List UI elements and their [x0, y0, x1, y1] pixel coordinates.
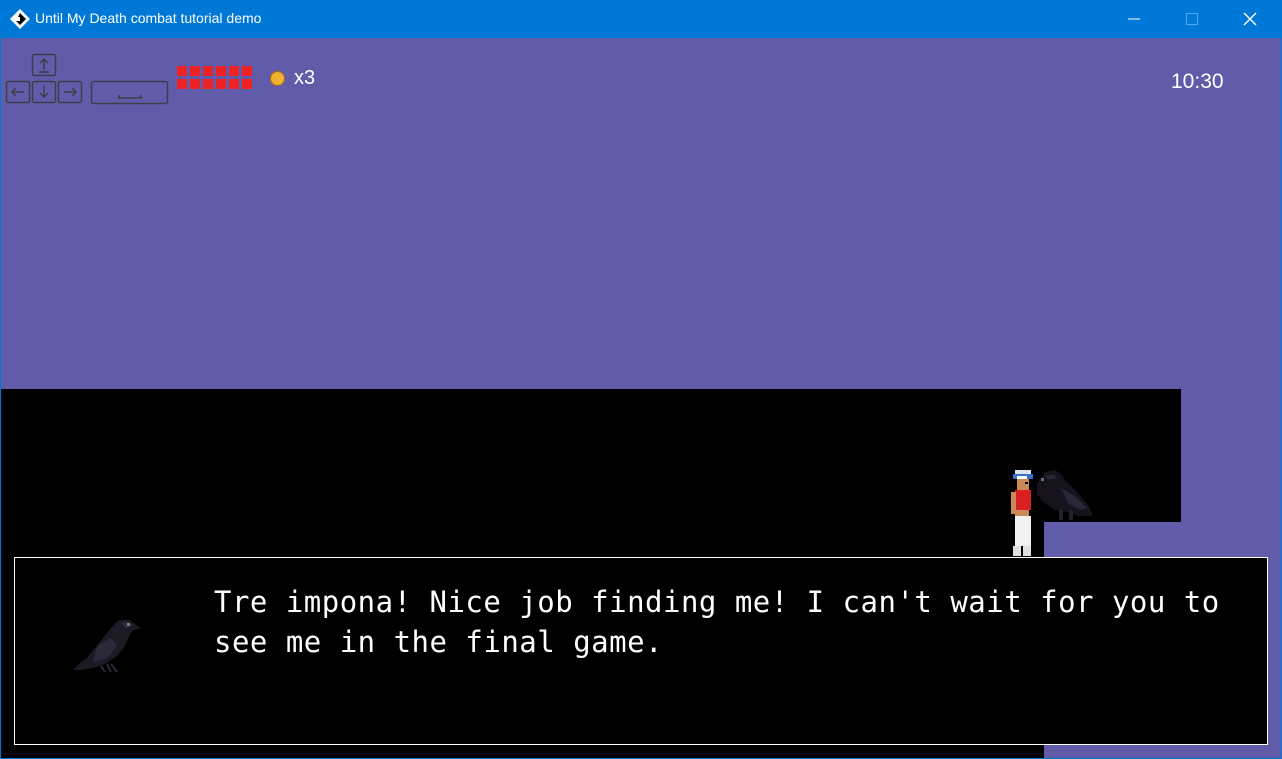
health-block: [190, 79, 200, 89]
health-block: [242, 66, 252, 76]
game-viewport[interactable]: x3 10:30 Tre impona! Nice job finding me…: [1, 38, 1281, 758]
down-arrow-key-icon: [31, 80, 57, 104]
app-icon: [9, 8, 31, 30]
dialog-box[interactable]: Tre impona! Nice job finding me! I can't…: [14, 557, 1268, 745]
coin-count: x3: [294, 67, 316, 89]
health-block: [216, 79, 226, 89]
crow-portrait: [73, 620, 141, 673]
ground-edge: [1, 746, 38, 758]
crow-npc: [1037, 470, 1093, 520]
health-block: [177, 66, 187, 76]
right-arrow-key-icon: [57, 80, 83, 104]
maximize-icon: [1186, 13, 1198, 25]
health-block: [190, 66, 200, 76]
spacebar-key-icon: [90, 80, 169, 105]
close-button[interactable]: [1221, 0, 1279, 38]
health-block: [177, 79, 187, 89]
window-title: Until My Death combat tutorial demo: [35, 10, 262, 26]
maximize-button[interactable]: [1163, 0, 1221, 38]
health-block: [229, 79, 239, 89]
health-block: [203, 79, 213, 89]
ground-upper-ledge: [1, 389, 1181, 522]
health-block: [229, 66, 239, 76]
up-arrow-key-icon: [31, 53, 57, 77]
game-timer: 10:30: [1171, 70, 1224, 93]
health-block: [242, 79, 252, 89]
health-block: [216, 66, 226, 76]
close-icon: [1243, 12, 1257, 26]
health-block: [203, 66, 213, 76]
health-bar: [177, 66, 252, 89]
window-titlebar[interactable]: Until My Death combat tutorial demo: [0, 0, 1282, 38]
left-arrow-key-icon: [5, 80, 31, 104]
minimize-icon: [1128, 18, 1140, 20]
coin-icon: [270, 71, 285, 86]
minimize-button[interactable]: [1105, 0, 1163, 38]
controls-hint: [5, 53, 169, 105]
dialog-text: Tre impona! Nice job finding me! I can't…: [214, 585, 1220, 659]
